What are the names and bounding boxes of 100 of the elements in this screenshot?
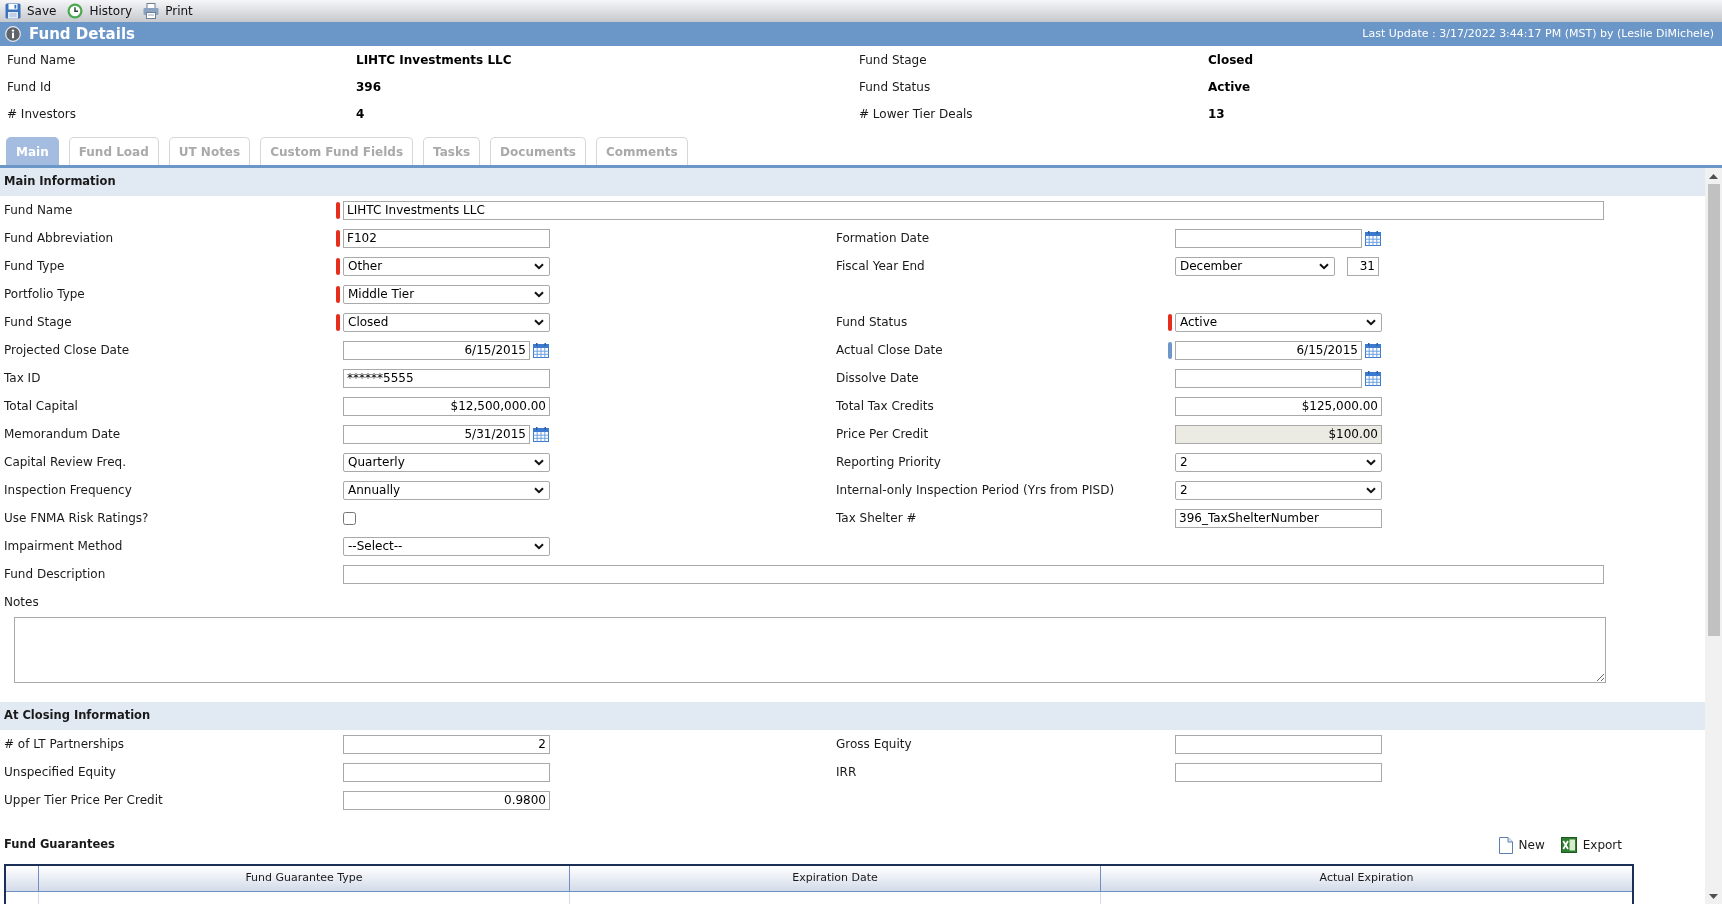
day-field[interactable]: 31 [1347,256,1379,276]
field-label: Internal-only Inspection Period (Yrs from PISD) [836,482,1115,499]
toolbar-button[interactable]: Export [1560,836,1622,854]
dropdown[interactable]: --Select-- [343,536,550,556]
date-field[interactable]: 5/31/2015 [343,424,530,444]
dropdown[interactable]: Other [343,256,550,276]
spreadsheet-icon [1560,837,1577,853]
field-label: Dissolve Date [836,370,919,387]
document-icon [1498,836,1513,854]
summary-value: Closed [1208,51,1254,69]
toolbar-button[interactable]: Print [143,1,193,21]
date-field[interactable] [1175,228,1362,248]
field-label: Formation Date [836,230,930,247]
section-title: Fund Guarantees [4,836,115,854]
scroll-down-arrow-icon[interactable] [1709,894,1718,899]
number-field[interactable]: 0.9800 [343,790,550,810]
field-label: Fiscal Year End [836,258,925,275]
field-label: Unspecified Equity [4,764,116,781]
field-label: Inspection Frequency [4,482,132,499]
text-field[interactable]: LIHTC Investments LLC [343,200,1604,220]
date-field[interactable]: 6/15/2015 [1175,340,1362,360]
scroll-thumb[interactable] [1707,184,1720,636]
toolbar-button[interactable]: History [67,1,133,21]
summary-label: Fund Name [7,51,76,69]
calendar-icon[interactable] [533,342,549,358]
summary-label: Fund Status [859,78,931,96]
text-field[interactable] [343,564,1604,584]
summary-value: 13 [1208,105,1225,123]
date-field[interactable]: 6/15/2015 [343,340,530,360]
summary-value: 396 [356,78,382,96]
column-header: Expiration Date [570,866,1101,891]
field-label: Actual Close Date [836,342,943,359]
summary-value: 4 [356,105,365,123]
section-header: At Closing Information [0,702,1705,730]
summary-label: Fund Stage [859,51,927,69]
field-label: Gross Equity [836,736,912,753]
dropdown[interactable]: Closed [343,312,550,332]
text-field[interactable] [343,762,550,782]
checkbox[interactable] [343,511,356,525]
date-field[interactable] [1175,368,1362,388]
field-label: Reporting Priority [836,454,941,471]
dropdown[interactable]: Middle Tier [343,284,550,304]
field-label: Fund Abbreviation [4,230,114,247]
toolbar-button[interactable]: Save [5,1,57,21]
field-label: Total Tax Credits [836,398,934,415]
field-label: Tax Shelter # [836,510,917,527]
field-label: Upper Tier Price Per Credit [4,792,163,809]
number-field[interactable]: 2 [343,734,550,754]
calendar-icon[interactable] [1365,342,1381,358]
text-field[interactable] [1175,734,1382,754]
field-label: Tax ID [4,370,41,387]
dropdown[interactable]: 2 [1175,480,1382,500]
notes-textarea[interactable] [14,617,1606,683]
number-field[interactable]: $12,500,000.00 [343,396,550,416]
text-field[interactable]: 396_TaxShelterNumber [1175,508,1382,528]
scroll-up-arrow-icon[interactable] [1709,174,1718,179]
summary-label: # Investors [7,105,76,123]
calendar-icon[interactable] [533,426,549,442]
dropdown[interactable]: 2 [1175,452,1382,472]
summary-value: LIHTC Investments LLC [356,51,512,69]
info-icon [5,26,21,42]
dropdown[interactable]: Active [1175,312,1382,332]
chevron-down-icon [534,262,544,270]
number-field[interactable]: $125,000.00 [1175,396,1382,416]
field-label: Fund Status [836,314,908,331]
text-field[interactable]: ******5555 [343,368,550,388]
chevron-down-icon [1366,486,1376,494]
field-label: Notes [4,594,39,611]
field-label: Fund Stage [4,314,72,331]
printer-icon [143,3,160,19]
section-header: Main Information [0,168,1705,196]
summary-value: Active [1208,78,1251,96]
chevron-down-icon [534,486,544,494]
toolbar-button[interactable]: New [1498,836,1545,854]
summary-label: # Lower Tier Deals [859,105,973,123]
field-label: Fund Description [4,566,106,583]
field-label: IRR [836,764,857,781]
field-label: Fund Type [4,258,65,275]
chevron-down-icon [1366,458,1376,466]
field-label: Fund Name [4,202,73,219]
field-label: Use FNMA Risk Ratings? [4,510,149,527]
text-field[interactable]: F102 [343,228,550,248]
last-update-text: Last Update : 3/17/2022 3:44:17 PM (MST) by (Leslie DiMichele) [1362,25,1714,42]
calendar-icon[interactable] [1365,370,1381,386]
text-field[interactable] [1175,762,1382,782]
chevron-down-icon [534,290,544,298]
field-label: Projected Close Date [4,342,130,359]
dropdown[interactable]: Annually [343,480,550,500]
chevron-down-icon [534,318,544,326]
field-label: Capital Review Freq. [4,454,127,471]
summary-label: Fund Id [7,78,52,96]
field-label: Memorandum Date [4,426,121,443]
calendar-icon[interactable] [1365,230,1381,246]
column-header: Fund Guarantee Type [39,866,570,891]
field-label: Portfolio Type [4,286,85,303]
column-header: Actual Expiration [1101,866,1632,891]
field-label: Total Capital [4,398,78,415]
dropdown[interactable]: Quarterly [343,452,550,472]
field-label: Impairment Method [4,538,123,555]
dropdown[interactable]: December [1175,256,1335,276]
